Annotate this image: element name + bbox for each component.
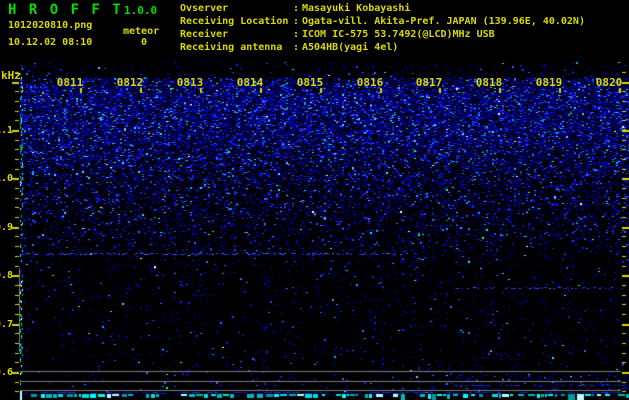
app-version: 1.0.0 (124, 4, 158, 17)
time-tick-label: 0817 (415, 76, 443, 89)
info-value: A504HB(yagi 4el) (302, 42, 399, 53)
info-label: Receiver (180, 29, 229, 40)
freq-axis-unit-label: kHz (1, 69, 21, 82)
freq-tick-label: 1.1 (0, 125, 13, 136)
time-tick-label: 0818 (475, 76, 503, 89)
freq-tick-label: 0.9 (0, 222, 13, 233)
time-tick-label: 0811 (56, 76, 84, 89)
time-tick-label: 0816 (356, 76, 384, 89)
observation-datetime: 10.12.02 08:10 (8, 37, 93, 48)
station-info: Ovserver: Masayuki Kobayashi Receiving Loc… (180, 2, 585, 54)
station-info-row: Receiver: ICOM IC-575 53.7492(@LCD)MHz US… (180, 28, 585, 41)
spectrogram-canvas (0, 0, 629, 400)
time-tick-label: 0812 (116, 76, 144, 89)
info-separator: : (293, 29, 300, 40)
meteor-counter-label: meteor (123, 26, 160, 37)
output-filename: 1012020810.png (8, 20, 93, 31)
freq-tick-label: 1.0 (0, 173, 13, 184)
info-value: Ogata-vill. Akita-Pref. JAPAN (139.96E, … (302, 16, 585, 27)
freq-tick-label: 0.7 (0, 319, 13, 330)
time-tick-label: 0813 (176, 76, 204, 89)
time-tick-label: 0820 (595, 76, 623, 89)
freq-tick-label: 0.6 (0, 367, 13, 378)
info-separator: : (293, 3, 300, 14)
hrofft-screen: H R O F F T 1.0.0 1012020810.png meteor … (0, 0, 629, 400)
info-label: Receiving Location (180, 16, 289, 27)
station-info-row: Receiving antenna: A504HB(yagi 4el) (180, 41, 585, 54)
time-tick-label: 0815 (296, 76, 324, 89)
time-tick-label: 0814 (236, 76, 264, 89)
meteor-counter-value: 0 (141, 37, 148, 48)
info-label: Receiving antenna (180, 42, 283, 53)
freq-tick-label: 0.8 (0, 270, 13, 281)
station-info-row: Receiving Location: Ogata-vill. Akita-Pre… (180, 15, 585, 28)
station-info-row: Ovserver: Masayuki Kobayashi (180, 2, 585, 15)
info-value: ICOM IC-575 53.7492(@LCD)MHz USB (302, 29, 495, 40)
info-value: Masayuki Kobayashi (302, 3, 411, 14)
time-tick-label: 0819 (535, 76, 563, 89)
info-separator: : (293, 16, 300, 27)
app-title: H R O F F T (8, 2, 123, 18)
info-separator: : (293, 42, 300, 53)
info-label: Ovserver (180, 3, 229, 14)
